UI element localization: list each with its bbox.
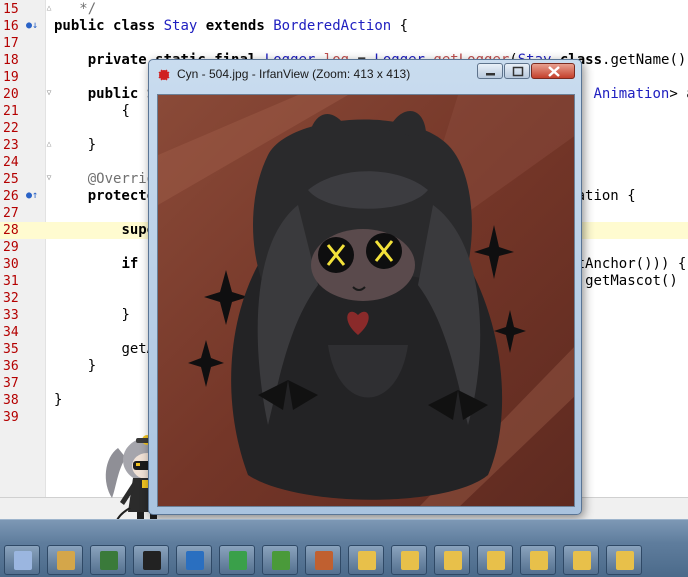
maximize-button[interactable] <box>504 63 530 79</box>
line-number: 33 <box>3 308 19 323</box>
fold-toggle-icon[interactable]: ▽ <box>44 88 54 98</box>
line-number: 34 <box>3 325 19 340</box>
irfanview-app-icon <box>158 69 170 81</box>
monitor-icon <box>100 551 118 570</box>
maximize-icon <box>512 66 524 77</box>
line-number: 36 <box>3 359 19 374</box>
line-number: 27 <box>3 206 19 221</box>
minimize-icon <box>486 73 495 76</box>
line-number: 32 <box>3 291 19 306</box>
close-icon <box>548 66 560 77</box>
line-number: 25 <box>3 172 19 187</box>
terminal-icon <box>143 551 161 570</box>
override-marker-icon[interactable]: ●↑ <box>26 190 38 202</box>
code-text: } <box>121 307 130 323</box>
folder-icon-4 <box>487 551 505 570</box>
code-text: } <box>87 137 97 153</box>
notes-icon <box>229 551 247 570</box>
code-line[interactable]: 16 ●↓ public class Stay extends BorderedAc… <box>0 18 688 35</box>
taskbar-button-folder[interactable] <box>391 545 427 575</box>
code-text: { <box>121 103 130 119</box>
code-text: public class Stay extends BorderedAction… <box>54 18 409 34</box>
code-text: } <box>87 358 97 374</box>
terminal-icon-2 <box>186 551 204 570</box>
line-number: 37 <box>3 376 19 391</box>
line-number: 38 <box>3 393 19 408</box>
taskbar-button-network[interactable] <box>262 545 298 575</box>
folder-icon-3 <box>444 551 462 570</box>
folder-icon-7 <box>616 551 634 570</box>
taskbar-button-apps[interactable] <box>305 545 341 575</box>
folder-icon-6 <box>573 551 591 570</box>
code-line[interactable]: 17 <box>0 35 688 52</box>
line-number: 24 <box>3 155 19 170</box>
line-number: 22 <box>3 121 19 136</box>
code-text: } <box>54 392 63 408</box>
line-number: 21 <box>3 104 19 119</box>
irfanview-window[interactable]: Cyn - 504.jpg - IrfanView (Zoom: 413 x 4… <box>148 59 582 515</box>
apps-icon <box>315 551 333 570</box>
line-number: 16 <box>3 19 19 34</box>
close-button[interactable] <box>531 63 575 79</box>
taskbar-button-folder[interactable] <box>434 545 470 575</box>
line-number: 30 <box>3 257 19 272</box>
code-line[interactable]: 15 △ */ <box>0 1 688 18</box>
taskbar-button-folder[interactable] <box>477 545 513 575</box>
line-number: 26 <box>3 189 19 204</box>
line-number: 35 <box>3 342 19 357</box>
taskbar-button-folder[interactable] <box>520 545 556 575</box>
taskbar-button-paint[interactable] <box>47 545 83 575</box>
dark-hooded-character-artwork <box>158 95 574 506</box>
fold-toggle-icon[interactable]: △ <box>44 139 54 149</box>
network-icon <box>272 551 290 570</box>
line-number: 19 <box>3 70 19 85</box>
line-number: 31 <box>3 274 19 289</box>
folder-icon-2 <box>401 551 419 570</box>
taskbar-button-notes[interactable] <box>219 545 255 575</box>
line-number: 28 <box>3 223 19 238</box>
line-number: 29 <box>3 240 19 255</box>
taskbar <box>0 519 688 577</box>
taskbar-button-folder[interactable] <box>606 545 642 575</box>
taskbar-button-terminal[interactable] <box>133 545 169 575</box>
line-number: 15 <box>3 2 19 17</box>
minimize-button[interactable] <box>477 63 503 79</box>
taskbar-button-folder[interactable] <box>563 545 599 575</box>
line-number: 18 <box>3 53 19 68</box>
fold-toggle-icon[interactable]: △ <box>44 3 54 13</box>
image-canvas[interactable] <box>157 94 575 507</box>
taskbar-button-terminal[interactable] <box>176 545 212 575</box>
folder-icon-5 <box>530 551 548 570</box>
line-number: 23 <box>3 138 19 153</box>
fold-toggle-icon[interactable]: ▽ <box>44 173 54 183</box>
folder-icon <box>358 551 376 570</box>
line-number: 20 <box>3 87 19 102</box>
window-title: Cyn - 504.jpg - IrfanView (Zoom: 413 x 4… <box>177 67 411 81</box>
override-marker-icon[interactable]: ●↓ <box>26 20 38 32</box>
paint-icon <box>57 551 75 570</box>
calculator-icon <box>14 551 32 570</box>
taskbar-button-calculator[interactable] <box>4 545 40 575</box>
taskbar-button-folder[interactable] <box>348 545 384 575</box>
line-number: 17 <box>3 36 19 51</box>
line-number: 39 <box>3 410 19 425</box>
code-text: */ <box>79 1 97 17</box>
window-titlebar[interactable]: Cyn - 504.jpg - IrfanView (Zoom: 413 x 4… <box>149 60 581 88</box>
taskbar-button-monitor[interactable] <box>90 545 126 575</box>
